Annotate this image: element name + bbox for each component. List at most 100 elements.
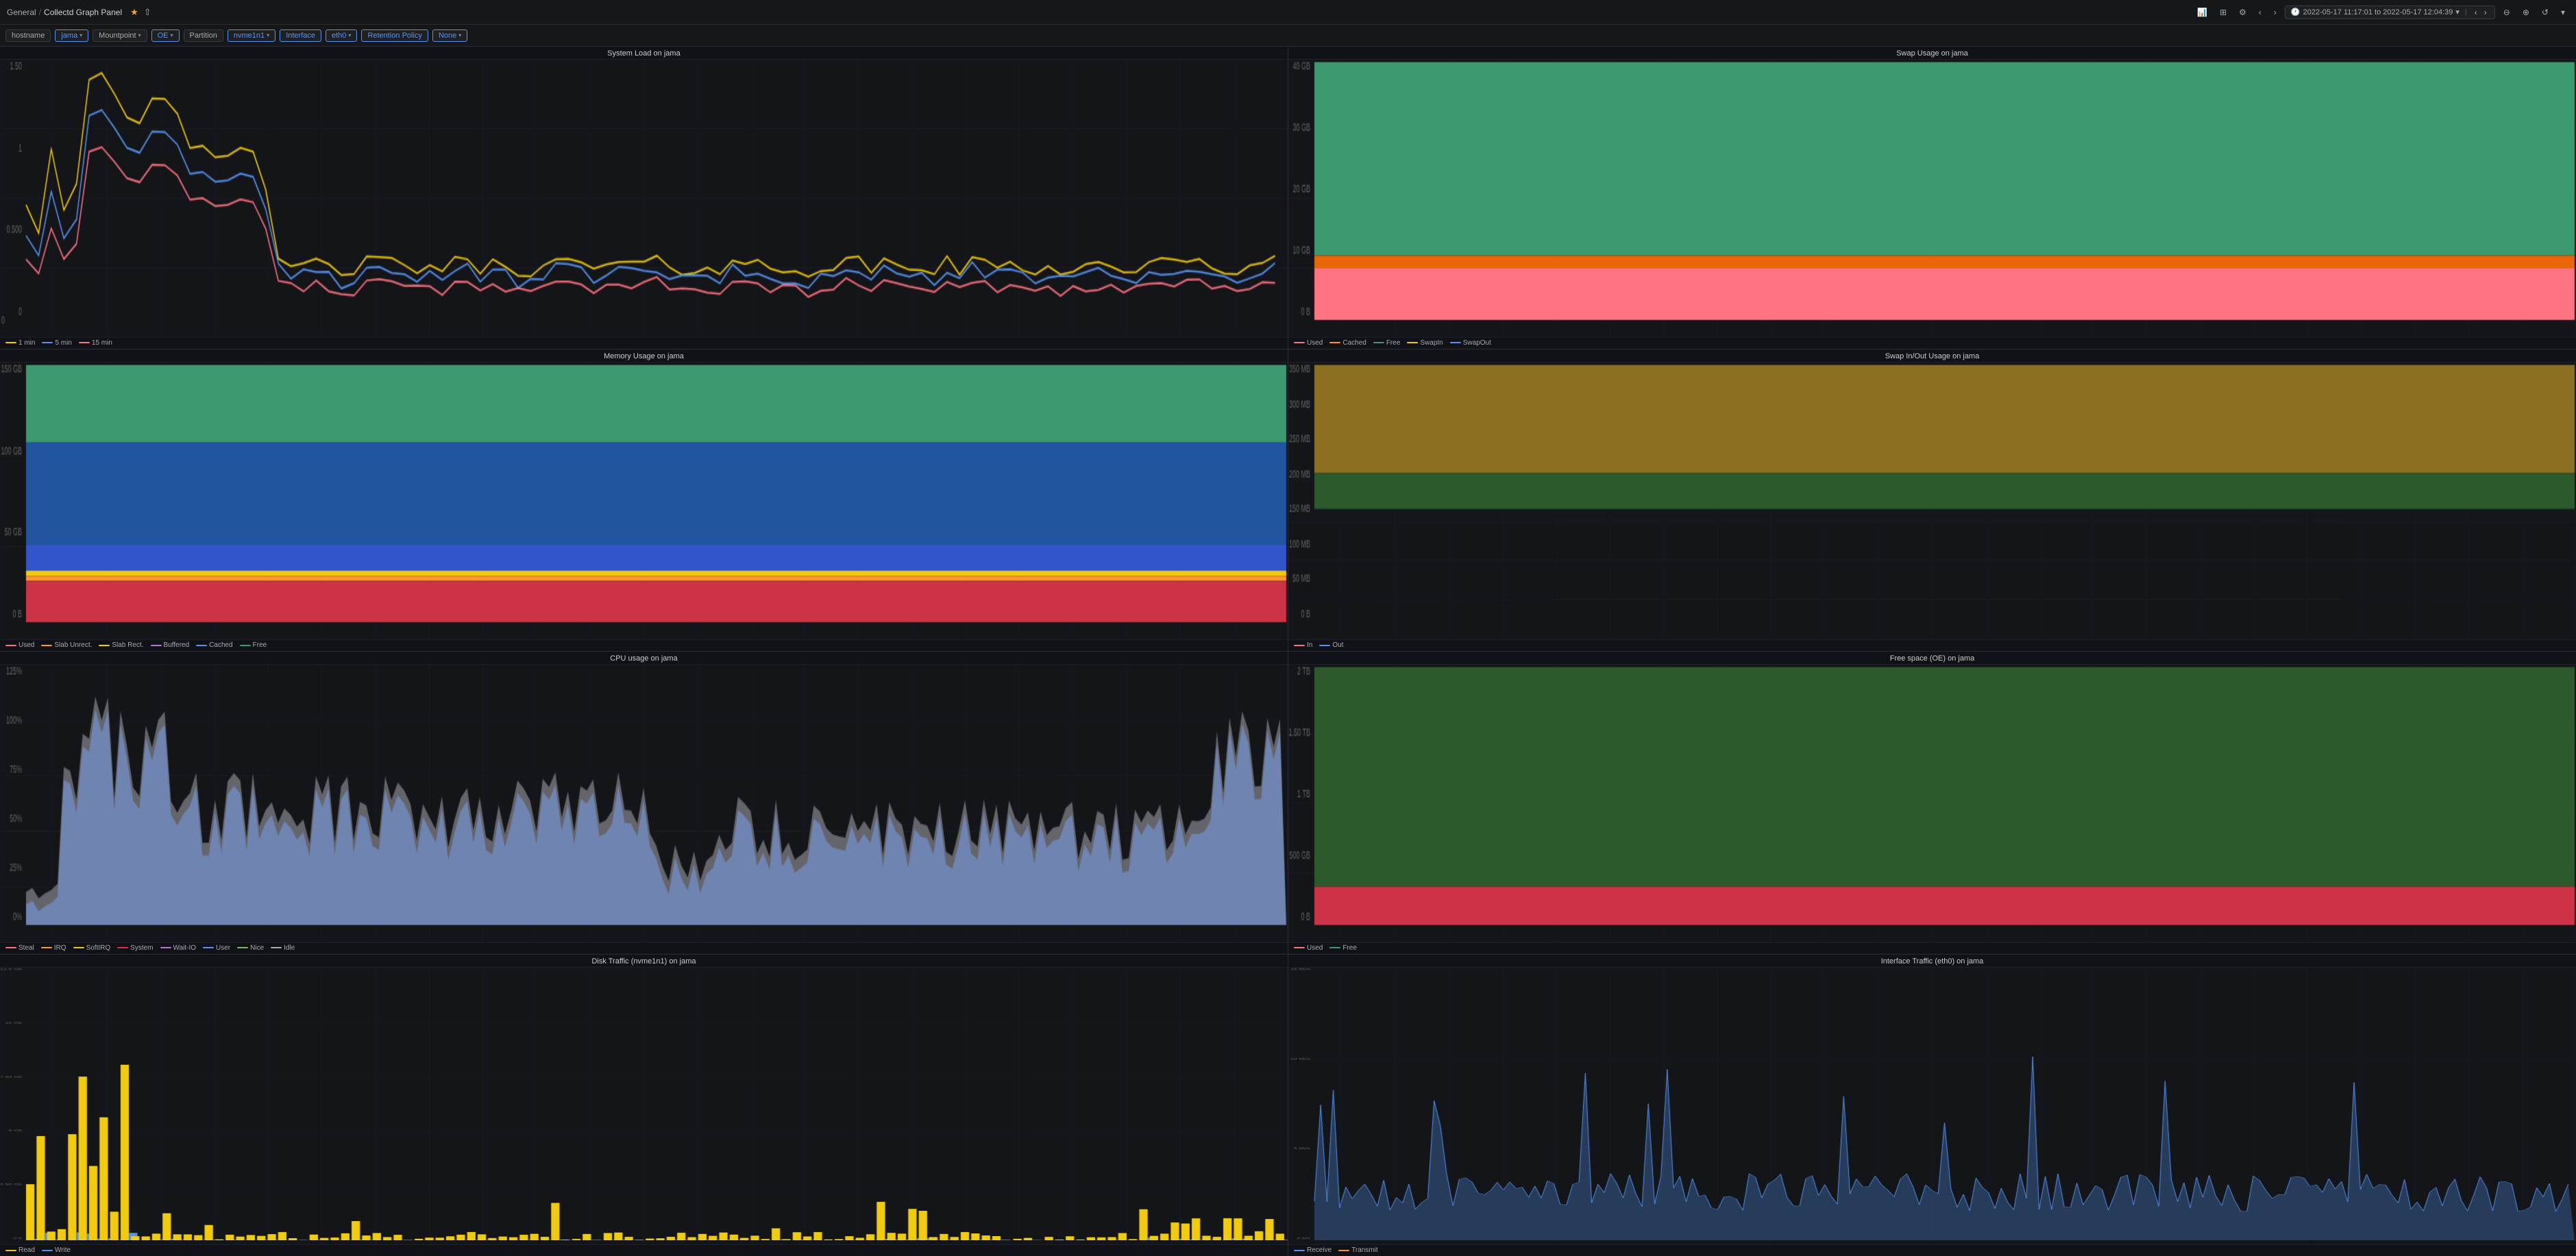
panel-chart-interface-traffic[interactable] — [1288, 968, 2576, 1245]
legend-item: In — [1294, 641, 1312, 649]
legend-color — [237, 947, 248, 948]
legend-item: Read — [5, 1246, 35, 1254]
legend-color — [196, 645, 207, 646]
oe-filter[interactable]: OE ▾ — [151, 29, 180, 42]
none-label: None — [439, 32, 456, 40]
panel-legend-memory-usage: UsedSlab Unrect.Slab Rect.BufferedCached… — [0, 639, 1288, 651]
back-btn[interactable]: ‹ — [2255, 6, 2266, 19]
panel-title-memory-usage: Memory Usage on jama — [0, 349, 1288, 362]
legend-label: Cached — [209, 641, 232, 649]
legend-color — [1373, 342, 1384, 343]
legend-label: Free — [253, 641, 267, 649]
retention-label: Retention Policy — [367, 32, 422, 40]
partition-filter[interactable]: Partition — [184, 29, 223, 42]
canvas-system-load[interactable] — [0, 60, 1288, 337]
legend-color — [41, 947, 52, 948]
legend-color — [73, 947, 84, 948]
panel-legend-cpu-usage: StealIRQSoftIRQSystemWait-IOUserNiceIdle — [0, 942, 1288, 954]
settings-btn[interactable]: ⚙ — [2235, 6, 2250, 19]
retention-filter[interactable]: Retention Policy — [361, 29, 428, 42]
legend-item: SoftIRQ — [73, 944, 111, 952]
mountpoint-filter[interactable]: Mountpoint ▾ — [93, 29, 147, 42]
header: General / Collectd Graph Panel ★ ⇧ 📊 ⊞ ⚙… — [0, 0, 2576, 25]
panel-chart-free-space[interactable] — [1288, 665, 2576, 942]
refresh-btn[interactable]: ↺ — [2538, 6, 2553, 19]
canvas-swap-usage[interactable] — [1288, 60, 2576, 337]
panel-title-interface-traffic: Interface Traffic (eth0) on jama — [1288, 955, 2576, 968]
none-filter[interactable]: None ▾ — [432, 29, 467, 42]
legend-color — [203, 947, 214, 948]
panel-cpu-usage: CPU usage on jamaStealIRQSoftIRQSystemWa… — [0, 652, 1288, 954]
share-icon[interactable]: ⇧ — [144, 7, 151, 18]
legend-label: Free — [1342, 944, 1357, 952]
legend-item: Out — [1319, 641, 1343, 649]
zoom-fwd-btn[interactable]: › — [2482, 8, 2489, 17]
legend-label: SwapIn — [1420, 339, 1443, 347]
panel-chart-cpu-usage[interactable] — [0, 665, 1288, 942]
nvme-label: nvme1n1 — [234, 32, 265, 40]
mountpoint-chevron: ▾ — [138, 32, 141, 38]
hostname-filter[interactable]: hostname — [5, 29, 51, 42]
canvas-free-space[interactable] — [1288, 665, 2576, 942]
legend-item: Receive — [1294, 1246, 1332, 1254]
legend-item: Used — [1294, 339, 1323, 347]
canvas-memory-usage[interactable] — [0, 362, 1288, 640]
legend-color — [271, 947, 282, 948]
panel-chart-disk-traffic[interactable] — [0, 968, 1288, 1245]
legend-color — [5, 342, 16, 343]
panel-swap-inout: Swap In/Out Usage on jama In Out — [1288, 349, 2576, 652]
interface-label: Interface — [286, 32, 315, 40]
interface-filter[interactable]: Interface — [280, 29, 321, 42]
legend-color — [1294, 342, 1305, 343]
star-icon[interactable]: ★ — [130, 7, 138, 18]
refresh-dropdown-btn[interactable]: ▾ — [2557, 6, 2569, 19]
panel-memory-usage: Memory Usage on jama UsedSlab Unrect.Slab… — [0, 349, 1288, 652]
legend-color — [240, 645, 251, 646]
canvas-interface-traffic[interactable] — [1288, 968, 2576, 1245]
legend-color — [42, 342, 53, 343]
canvas-cpu-usage[interactable] — [0, 665, 1288, 942]
legend-color — [1294, 947, 1305, 948]
jama-chevron: ▾ — [79, 32, 82, 38]
legend-label: In — [1307, 641, 1312, 649]
legend-color — [1319, 645, 1330, 646]
home-link[interactable]: General — [7, 8, 36, 17]
time-range-value: 2022-05-17 11:17:01 to 2022-05-17 12:04:… — [2303, 8, 2453, 16]
panel-chart-swap-inout[interactable] — [1288, 362, 2576, 640]
legend-label: IRQ — [54, 944, 66, 952]
graph-icon-btn[interactable]: 📊 — [2193, 6, 2211, 19]
zoom-in-btn[interactable]: ⊕ — [2518, 6, 2534, 19]
canvas-swap-inout[interactable] — [1288, 362, 2576, 640]
nvme-filter[interactable]: nvme1n1 ▾ — [228, 29, 275, 42]
legend-item: Write — [42, 1246, 71, 1254]
canvas-disk-traffic[interactable] — [0, 968, 1288, 1245]
panel-chart-memory-usage[interactable] — [0, 362, 1288, 640]
panel-title-system-load: System Load on jama — [0, 47, 1288, 60]
dashboard-grid: System Load on jama1 min5 min15 minSwap … — [0, 47, 2576, 1256]
forward-btn[interactable]: › — [2270, 6, 2281, 19]
zoom-back-btn[interactable]: ‹ — [2473, 8, 2479, 17]
legend-item: SwapIn — [1407, 339, 1443, 347]
time-range[interactable]: 🕐 2022-05-17 11:17:01 to 2022-05-17 12:0… — [2285, 5, 2495, 19]
table-icon-btn[interactable]: ⊞ — [2216, 6, 2231, 19]
panel-title-swap-inout: Swap In/Out Usage on jama — [1288, 349, 2576, 362]
legend-color — [1407, 342, 1418, 343]
page-title: Collectd Graph Panel — [44, 8, 122, 17]
eth0-filter[interactable]: eth0 ▾ — [326, 29, 357, 42]
legend-color — [41, 645, 52, 646]
legend-label: 15 min — [92, 339, 112, 347]
legend-color — [151, 645, 162, 646]
zoom-out-btn[interactable]: ⊖ — [2499, 6, 2514, 19]
legend-color — [1294, 645, 1305, 646]
legend-label: SoftIRQ — [86, 944, 111, 952]
panel-chart-system-load[interactable] — [0, 60, 1288, 337]
panel-free-space: Free space (OE) on jamaUsedFree — [1288, 652, 2576, 954]
panel-chart-swap-usage[interactable] — [1288, 60, 2576, 337]
panel-legend-disk-traffic: Read Write — [0, 1244, 1288, 1256]
legend-item: 15 min — [79, 339, 112, 347]
legend-color — [42, 1250, 53, 1251]
legend-label: 5 min — [55, 339, 71, 347]
legend-item: Transmit — [1338, 1246, 1378, 1254]
legend-item: Idle — [271, 944, 295, 952]
jama-filter[interactable]: jama ▾ — [55, 29, 88, 42]
